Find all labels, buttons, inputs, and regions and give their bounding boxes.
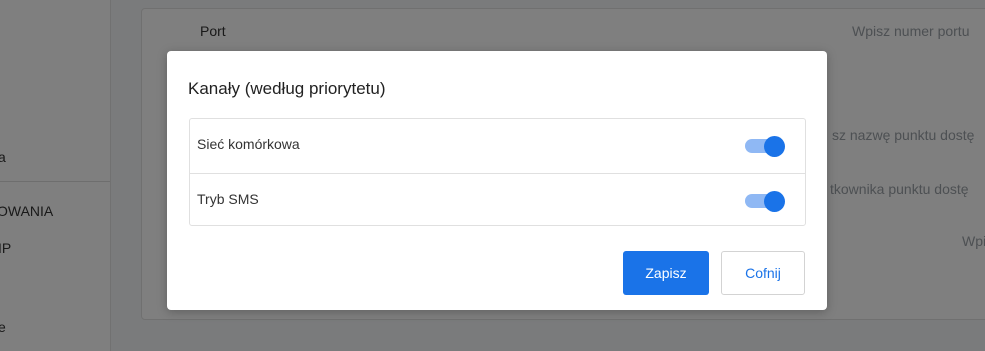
sms-toggle[interactable] (745, 191, 785, 212)
toggle-knob (764, 136, 785, 157)
cellular-toggle[interactable] (745, 136, 785, 157)
list-item: Sieć komórkowa (190, 119, 805, 172)
list-item: Tryb SMS (190, 173, 805, 226)
channel-list: Sieć komórkowa Tryb SMS (189, 118, 806, 226)
toggle-knob (764, 191, 785, 212)
save-button[interactable]: Zapisz (623, 251, 709, 295)
channels-dialog: Kanały (według priorytetu) Sieć komórkow… (167, 51, 827, 310)
cancel-button[interactable]: Cofnij (721, 251, 805, 295)
channel-label: Sieć komórkowa (197, 136, 300, 152)
channel-label: Tryb SMS (197, 191, 259, 207)
dialog-title: Kanały (według priorytetu) (188, 79, 386, 98)
